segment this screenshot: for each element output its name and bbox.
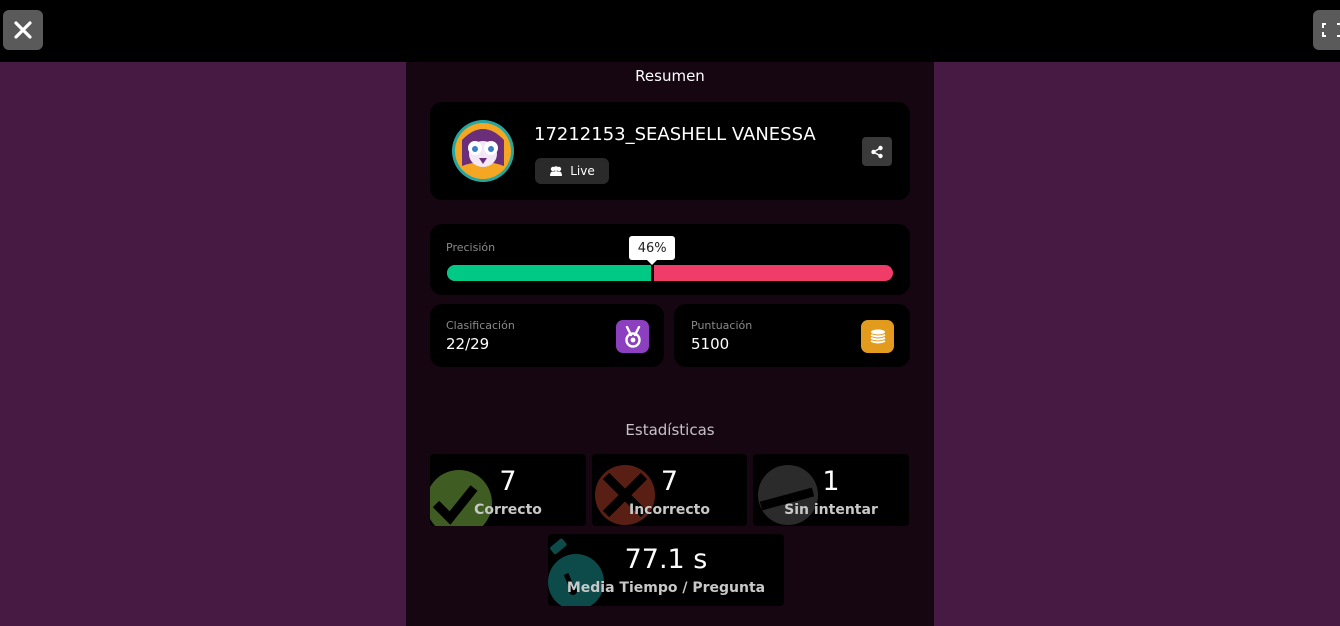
accuracy-bar xyxy=(447,265,893,281)
medal-icon-box xyxy=(616,320,649,353)
accuracy-card: Precisión 46% xyxy=(430,224,910,295)
rank-value: 22/29 xyxy=(446,335,490,353)
live-badge: Live xyxy=(535,158,609,184)
fullscreen-button[interactable] xyxy=(1313,10,1340,50)
stats-title: Estadísticas xyxy=(625,421,715,439)
rank-label: Clasificación xyxy=(446,319,515,332)
close-button[interactable] xyxy=(3,10,43,50)
avatar xyxy=(452,120,514,182)
share-icon xyxy=(871,145,883,158)
incorrect-count: 7 xyxy=(660,466,679,497)
share-button[interactable] xyxy=(862,137,892,166)
coins-icon xyxy=(870,329,885,343)
summary-title: Resumen xyxy=(635,67,705,85)
accuracy-bar-correct xyxy=(447,265,653,281)
top-bar xyxy=(0,0,1340,62)
score-label: Puntuación xyxy=(691,319,753,332)
incorrect-stat-card: 7 Incorrecto xyxy=(592,454,747,526)
accuracy-label: Precisión xyxy=(446,241,496,254)
score-value: 5100 xyxy=(691,335,730,353)
summary-panel: Resumen 17212153_SEASHELL VANESSA Live P… xyxy=(406,62,934,626)
unattempted-stat-card: 1 Sin intentar xyxy=(753,454,909,526)
incorrect-label: Incorrecto xyxy=(628,502,710,518)
avg-time-stat-card: 77.1 s Media Tiempo / Pregunta xyxy=(548,534,784,606)
rank-card: Clasificación 22/29 xyxy=(430,304,664,367)
correct-stat-card: 7 Correcto xyxy=(430,454,586,526)
users-icon xyxy=(550,166,563,176)
accuracy-percent-tooltip: 46% xyxy=(629,236,676,265)
avg-time-value: 77.1 s xyxy=(624,544,708,575)
player-name: 17212153_SEASHELL VANESSA xyxy=(534,124,816,145)
avg-time-label: Media Tiempo / Pregunta xyxy=(566,580,766,596)
accuracy-bar-divider xyxy=(651,265,655,281)
medal-icon xyxy=(624,325,641,348)
correct-count: 7 xyxy=(499,466,517,497)
correct-label: Correcto xyxy=(474,502,542,518)
unattempted-count: 1 xyxy=(822,466,840,497)
owl-avatar-icon xyxy=(455,123,511,179)
score-card: Puntuación 5100 xyxy=(674,304,910,367)
unattempted-label: Sin intentar xyxy=(784,502,878,518)
coins-icon-box xyxy=(861,320,894,353)
fullscreen-icon xyxy=(1322,23,1340,37)
close-icon xyxy=(14,21,32,39)
player-card: 17212153_SEASHELL VANESSA Live xyxy=(430,102,910,200)
live-label: Live xyxy=(570,164,595,178)
